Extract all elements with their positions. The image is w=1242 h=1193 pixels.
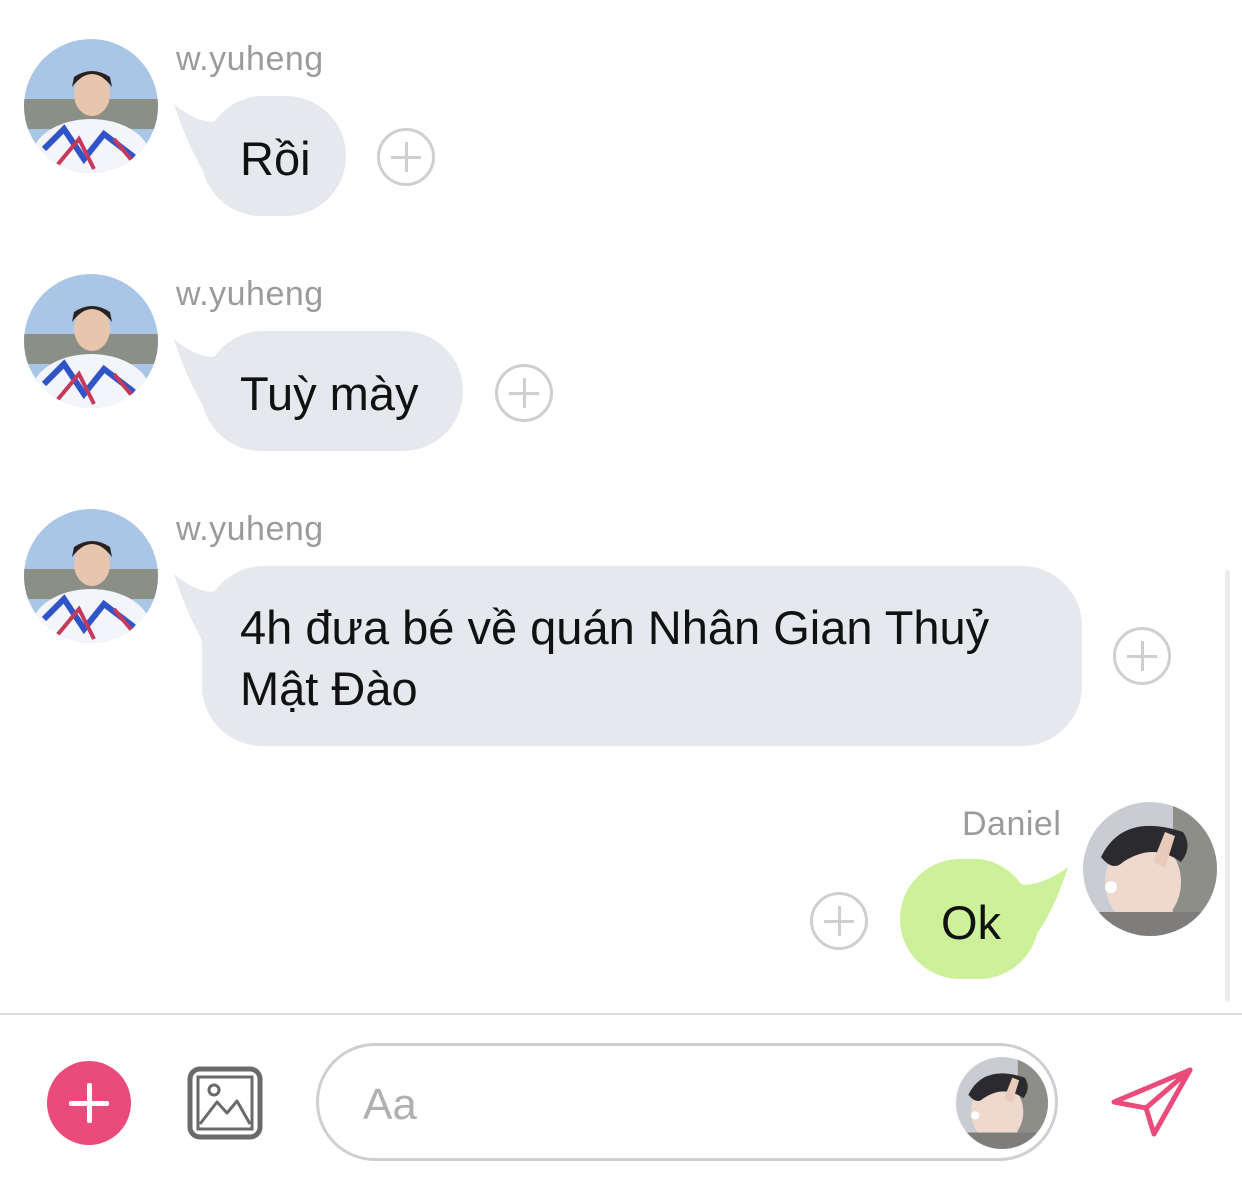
scrollbar[interactable] (1225, 570, 1230, 1002)
message-text-line: 4h đưa bé về quán Nhân Gian Thuỷ (240, 601, 990, 654)
avatar[interactable] (24, 509, 158, 643)
sender-name: w.yuheng (176, 275, 324, 313)
sender-name: w.yuheng (176, 510, 324, 548)
add-reaction-button[interactable] (495, 364, 553, 422)
avatar[interactable] (956, 1057, 1048, 1149)
message-input[interactable]: Aa (316, 1043, 1058, 1161)
image-icon (187, 1066, 263, 1140)
input-placeholder: Aa (363, 1080, 417, 1129)
add-button[interactable] (47, 1061, 131, 1145)
sender-name: Daniel (962, 805, 1062, 843)
send-button[interactable] (1110, 1066, 1194, 1138)
divider (0, 1013, 1242, 1015)
avatar[interactable] (1083, 802, 1217, 936)
add-reaction-button[interactable] (377, 128, 435, 186)
image-button[interactable] (187, 1066, 263, 1140)
message-text: Rồi (240, 132, 311, 185)
sender-name: w.yuheng (176, 40, 324, 78)
message-text: Tuỳ mày (240, 367, 419, 420)
message-bubble[interactable]: Rồi (240, 128, 311, 189)
message-bubble[interactable]: Ok (941, 892, 1001, 953)
add-reaction-button[interactable] (810, 892, 868, 950)
message-text: Ok (941, 896, 1002, 949)
message-bubble[interactable]: Tuỳ mày (240, 363, 418, 424)
message-text-line: Mật Đào (240, 662, 418, 715)
send-icon (1111, 1067, 1193, 1137)
avatar[interactable] (24, 274, 158, 408)
add-reaction-button[interactable] (1113, 627, 1171, 685)
plus-icon (69, 1083, 109, 1123)
avatar[interactable] (24, 39, 158, 173)
message-bubble[interactable]: 4h đưa bé về quán Nhân Gian Thuỷ Mật Đào (240, 597, 989, 719)
